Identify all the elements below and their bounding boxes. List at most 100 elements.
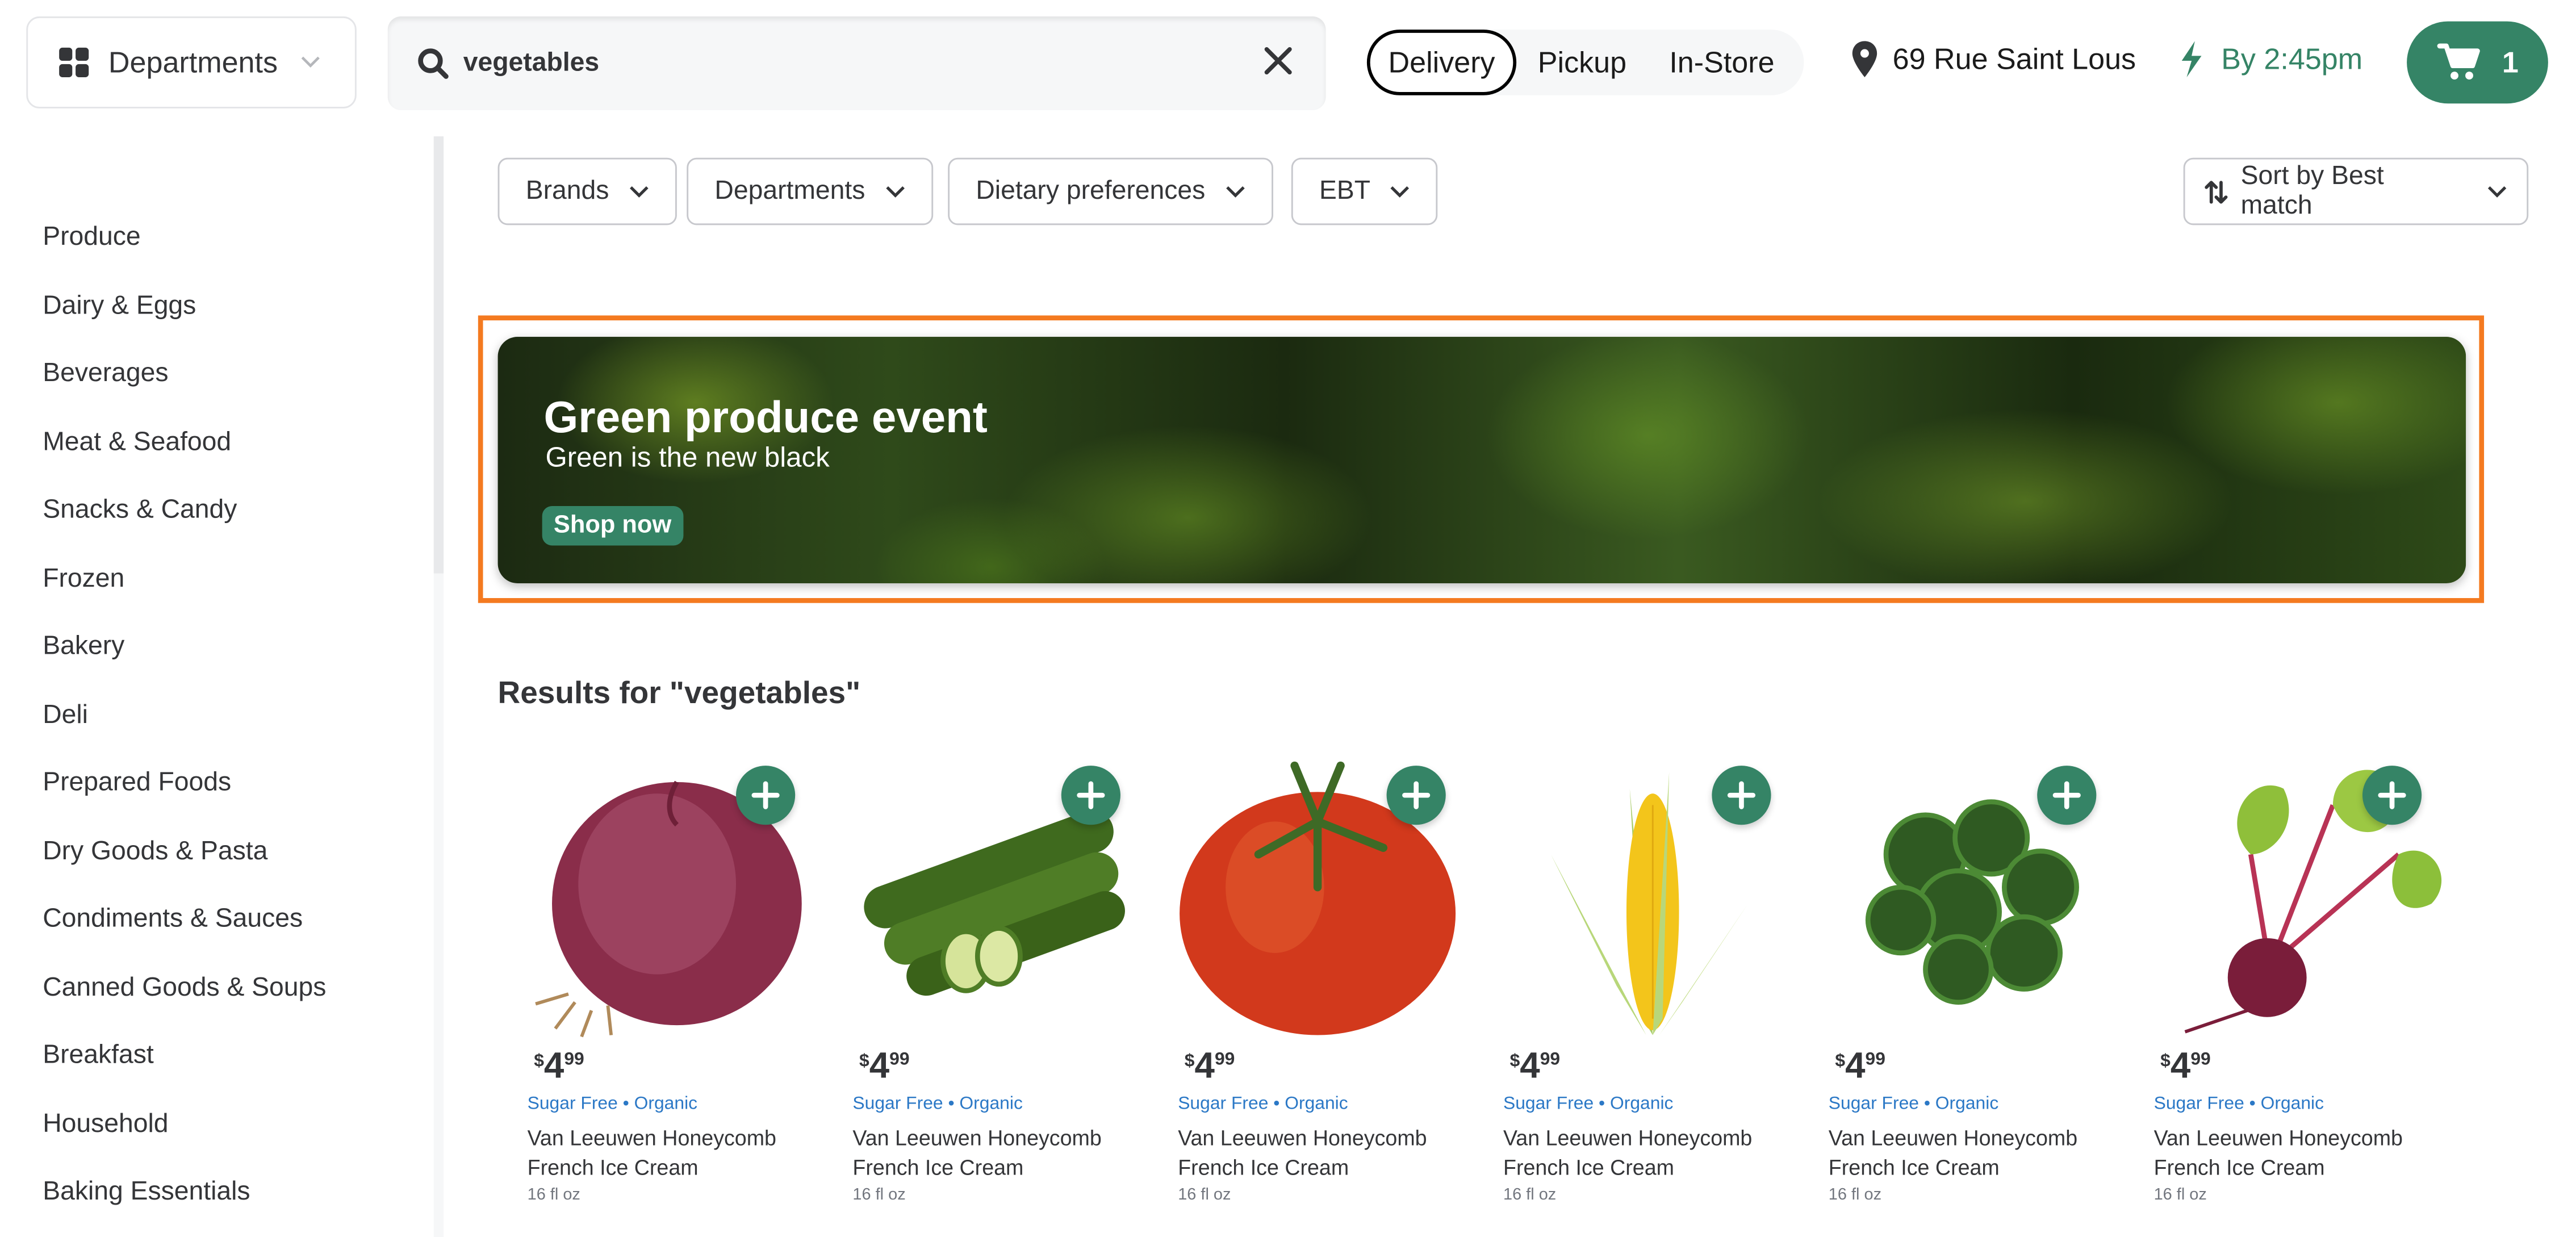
sidebar-item[interactable]: Bakery xyxy=(43,633,124,662)
product-size: 16 fl oz xyxy=(2153,1186,2207,1205)
sidebar-item[interactable]: Canned Goods & Soups xyxy=(43,973,326,1003)
eta-text: By 2:45pm xyxy=(2221,41,2363,75)
sidebar-item[interactable]: Condiments & Sauces xyxy=(43,905,303,935)
cart-button[interactable]: 1 xyxy=(2407,21,2548,104)
product-name[interactable]: Van Leeuwen Honeycomb French Ice Cream xyxy=(528,1124,823,1183)
price-currency: $ xyxy=(1509,1051,1520,1072)
departments-button[interactable]: Departments xyxy=(26,16,357,108)
price-dollars: 4 xyxy=(1194,1044,1215,1086)
product-tags: Sugar Free • Organic xyxy=(2153,1094,2324,1114)
product-name[interactable]: Van Leeuwen Honeycomb French Ice Cream xyxy=(2154,1124,2450,1183)
add-to-cart-button[interactable] xyxy=(1712,766,1771,825)
product-card[interactable]: $4 99 Sugar Free • Organic Van Leeuwen Hone… xyxy=(2152,756,2448,1232)
sidebar-item[interactable]: Beverages xyxy=(43,360,168,390)
address-text: 69 Rue Saint Lous xyxy=(1892,41,2136,75)
search-input[interactable] xyxy=(460,47,1256,80)
fulfillment-mode-toggle: Delivery Pickup In-Store xyxy=(1366,30,1804,95)
sidebar-item[interactable]: Household xyxy=(43,1110,168,1139)
chevron-down-icon xyxy=(1390,185,1410,197)
lightning-icon xyxy=(2181,41,2202,77)
plus-icon xyxy=(2378,781,2406,809)
product-tags: Sugar Free • Organic xyxy=(1178,1094,1348,1114)
chevron-down-icon xyxy=(2488,185,2507,197)
product-name[interactable]: Van Leeuwen Honeycomb French Ice Cream xyxy=(1503,1124,1799,1183)
sidebar-item[interactable]: Prepared Foods xyxy=(43,769,231,799)
filter-label: EBT xyxy=(1319,176,1371,205)
mode-in-store[interactable]: In-Store xyxy=(1648,30,1796,95)
price-currency: $ xyxy=(2160,1051,2171,1072)
filter-brands[interactable]: Brands xyxy=(497,157,677,225)
price-cents: 99 xyxy=(1214,1050,1235,1070)
filter-ebt[interactable]: EBT xyxy=(1291,157,1438,225)
add-to-cart-button[interactable] xyxy=(736,766,796,825)
product-name[interactable]: Van Leeuwen Honeycomb French Ice Cream xyxy=(1829,1124,2125,1183)
banner-subtitle: Green is the new black xyxy=(545,442,830,474)
banner-title: Green produce event xyxy=(543,392,988,442)
results-heading: Results for "vegetables" xyxy=(497,676,861,712)
price-currency: $ xyxy=(1835,1051,1846,1072)
product-price: $4 99 xyxy=(1510,1045,1561,1088)
product-price: $4 99 xyxy=(534,1045,584,1088)
sidebar-item[interactable]: Deli xyxy=(43,701,88,730)
price-dollars: 4 xyxy=(1845,1044,1866,1086)
price-currency: $ xyxy=(534,1051,544,1072)
mode-pickup[interactable]: Pickup xyxy=(1516,30,1648,95)
product-card[interactable]: $4 99 Sugar Free • Organic Van Leeuwen Hone… xyxy=(1176,756,1472,1232)
plus-icon xyxy=(1402,781,1431,809)
product-tags: Sugar Free • Organic xyxy=(1828,1094,1999,1114)
sidebar-item[interactable]: Produce xyxy=(43,223,140,253)
sidebar-item[interactable]: Breakfast xyxy=(43,1042,154,1071)
chevron-down-icon xyxy=(629,185,648,197)
add-to-cart-button[interactable] xyxy=(2037,766,2097,825)
filter-label: Departments xyxy=(714,176,865,205)
search-box[interactable] xyxy=(387,16,1326,110)
product-name[interactable]: Van Leeuwen Honeycomb French Ice Cream xyxy=(852,1124,1148,1183)
filter-dietary-preferences[interactable]: Dietary preferences xyxy=(948,157,1273,225)
promo-banner[interactable]: Green produce event Green is the new bla… xyxy=(497,337,2466,583)
sidebar-item[interactable]: Dairy & Eggs xyxy=(43,291,196,321)
product-price: $4 99 xyxy=(1185,1045,1235,1088)
product-price: $4 99 xyxy=(2160,1045,2211,1088)
page: Departments Delivery Pickup In-Store 69 … xyxy=(0,0,2576,1237)
sidebar-item[interactable]: Baking Essentials xyxy=(43,1178,250,1207)
shop-now-button[interactable]: Shop now xyxy=(542,506,683,546)
department-sidebar: Produce Dairy & Eggs Beverages Meat & Seafo… xyxy=(0,136,436,1237)
sidebar-item[interactable]: Snacks & Candy xyxy=(43,496,237,526)
mode-delivery[interactable]: Delivery xyxy=(1366,30,1517,95)
add-to-cart-button[interactable] xyxy=(1061,766,1120,825)
product-size: 16 fl oz xyxy=(1828,1186,1882,1205)
delivery-eta[interactable]: By 2:45pm xyxy=(2178,39,2362,78)
filter-departments[interactable]: Departments xyxy=(687,157,932,225)
sort-dropdown[interactable]: Sort by Best match xyxy=(2183,157,2529,225)
product-card[interactable]: $4 99 Sugar Free • Organic Van Leeuwen Hone… xyxy=(1827,756,2123,1232)
product-card[interactable]: $4 99 Sugar Free • Organic Van Leeuwen Hone… xyxy=(851,756,1147,1232)
filter-label: Dietary preferences xyxy=(976,176,1206,205)
product-card[interactable]: $4 99 Sugar Free • Organic Van Leeuwen Hone… xyxy=(526,756,822,1232)
product-size: 16 fl oz xyxy=(527,1186,580,1205)
clear-search-icon[interactable] xyxy=(1260,43,1297,79)
sidebar-item[interactable]: Dry Goods & Pasta xyxy=(43,837,267,867)
filter-label: Brands xyxy=(525,176,609,205)
cart-icon xyxy=(2437,43,2480,80)
product-name[interactable]: Van Leeuwen Honeycomb French Ice Cream xyxy=(1178,1124,1474,1183)
grid-icon xyxy=(59,47,89,77)
chevron-down-icon xyxy=(885,185,904,197)
sidebar-item[interactable]: Frozen xyxy=(43,565,124,594)
add-to-cart-button[interactable] xyxy=(1386,766,1446,825)
location-pin-icon xyxy=(1852,41,1877,77)
plus-icon xyxy=(751,781,780,809)
sidebar-scrollbar-thumb[interactable] xyxy=(433,136,444,574)
sidebar-item[interactable]: Meat & Seafood xyxy=(43,428,231,458)
plus-icon xyxy=(1077,781,1105,809)
address-selector[interactable]: 69 Rue Saint Lous xyxy=(1850,39,2136,78)
product-tags: Sugar Free • Organic xyxy=(527,1094,698,1114)
add-to-cart-button[interactable] xyxy=(2362,766,2422,825)
departments-label: Departments xyxy=(108,45,278,78)
price-currency: $ xyxy=(859,1051,869,1072)
product-card[interactable]: $4 99 Sugar Free • Organic Van Leeuwen Hone… xyxy=(1502,756,1797,1232)
plus-icon xyxy=(1727,781,1756,809)
product-tags: Sugar Free • Organic xyxy=(852,1094,1023,1114)
chevron-down-icon xyxy=(301,56,320,68)
price-dollars: 4 xyxy=(543,1044,564,1086)
price-cents: 99 xyxy=(2190,1050,2211,1070)
